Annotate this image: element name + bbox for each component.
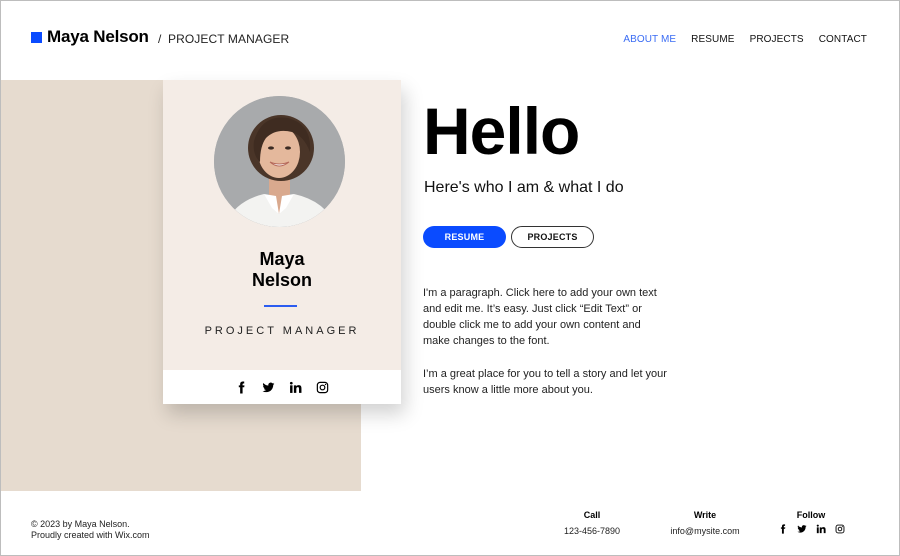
linkedin-icon[interactable] (289, 381, 302, 394)
card-social-bar (163, 370, 401, 404)
facebook-icon[interactable] (235, 381, 248, 394)
site-brand-name[interactable]: Maya Nelson (47, 27, 149, 47)
twitter-icon[interactable] (262, 381, 275, 394)
main-nav: ABOUT ME RESUME PROJECTS CONTACT (623, 34, 867, 45)
nav-resume[interactable]: RESUME (691, 34, 734, 45)
card-role: PROJECT MANAGER (204, 325, 360, 337)
copyright-line: © 2023 by Maya Nelson. (31, 519, 130, 529)
card-first-name: Maya (259, 249, 305, 269)
card-divider (264, 305, 297, 307)
brand-separator: / (158, 32, 162, 46)
avatar-portrait (214, 96, 345, 227)
footer-social-icons (772, 524, 850, 534)
resume-button[interactable]: RESUME (423, 226, 506, 248)
footer-email[interactable]: info@mysite.com (666, 526, 744, 536)
hero-title: Hello (423, 94, 580, 168)
projects-button[interactable]: PROJECTS (511, 226, 594, 248)
nav-projects[interactable]: PROJECTS (750, 34, 804, 45)
footer-write-heading: Write (693, 510, 717, 520)
nav-about-me[interactable]: ABOUT ME (623, 34, 676, 45)
linkedin-icon[interactable] (816, 524, 826, 534)
instagram-icon[interactable] (835, 524, 845, 534)
facebook-icon[interactable] (778, 524, 788, 534)
profile-card: Maya Nelson PROJECT MANAGER (163, 80, 401, 404)
hero-subtitle: Here's who I am & what I do (424, 179, 624, 196)
footer-phone[interactable]: 123-456-7890 (560, 526, 624, 536)
wix-credit-link[interactable]: Proudly created with Wix.com (31, 530, 150, 541)
twitter-icon[interactable] (796, 524, 807, 534)
site-brand-role: PROJECT MANAGER (168, 32, 290, 46)
story-paragraph: I’m a great place for you to tell a stor… (423, 368, 667, 396)
logo-square (31, 32, 42, 43)
avatar (214, 96, 345, 227)
footer-follow-heading: Follow (796, 510, 826, 520)
nav-contact[interactable]: CONTACT (819, 34, 867, 45)
footer-write: Write info@mysite.com (666, 510, 744, 536)
footer-call-heading: Call (583, 510, 601, 520)
footer-follow: Follow (772, 510, 850, 534)
card-name: Maya Nelson (163, 249, 401, 291)
footer-copyright: © 2023 by Maya Nelson. Proudly created w… (31, 519, 150, 541)
instagram-icon[interactable] (316, 381, 329, 394)
intro-paragraph: I'm a paragraph. Click here to add your … (423, 287, 657, 347)
footer-call: Call 123-456-7890 (560, 510, 624, 536)
card-last-name: Nelson (251, 270, 312, 290)
